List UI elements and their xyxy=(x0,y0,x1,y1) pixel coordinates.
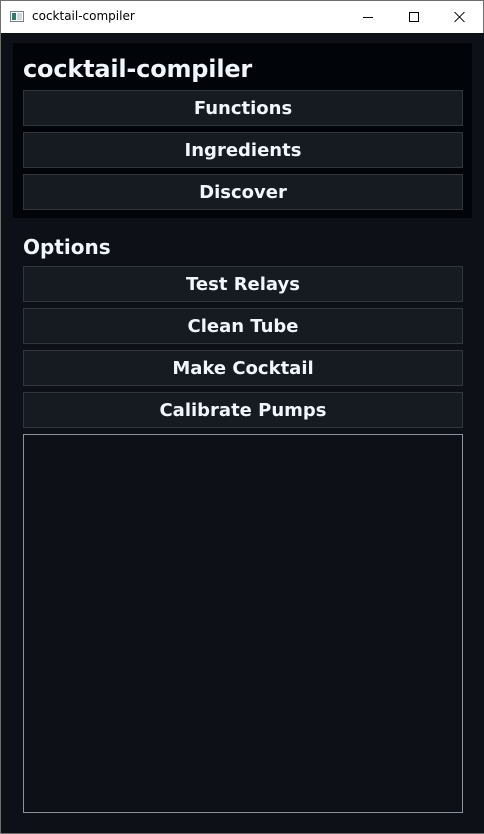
window-title: cocktail-compiler xyxy=(32,9,135,23)
app-title: cocktail-compiler xyxy=(23,55,253,83)
make-cocktail-button[interactable]: Make Cocktail xyxy=(23,350,463,386)
functions-button[interactable]: Functions xyxy=(23,90,463,126)
close-icon xyxy=(454,11,466,23)
app-content: cocktail-compiler Functions Ingredients … xyxy=(2,33,484,833)
title-bar[interactable]: cocktail-compiler xyxy=(1,1,483,33)
app-icon xyxy=(10,11,24,22)
minimize-button[interactable] xyxy=(345,1,391,33)
clean-tube-button[interactable]: Clean Tube xyxy=(23,308,463,344)
close-button[interactable] xyxy=(437,1,483,33)
app-window: cocktail-compiler cocktail-compiler Func… xyxy=(0,0,484,834)
discover-button[interactable]: Discover xyxy=(23,174,463,210)
calibrate-pumps-button[interactable]: Calibrate Pumps xyxy=(23,392,463,428)
header-panel: cocktail-compiler Functions Ingredients … xyxy=(13,43,472,218)
test-relays-button[interactable]: Test Relays xyxy=(23,266,463,302)
output-textarea[interactable] xyxy=(23,434,463,813)
maximize-button[interactable] xyxy=(391,1,437,33)
maximize-icon xyxy=(409,12,419,22)
ingredients-button[interactable]: Ingredients xyxy=(23,132,463,168)
options-heading: Options xyxy=(23,235,111,259)
minimize-icon xyxy=(363,16,373,18)
